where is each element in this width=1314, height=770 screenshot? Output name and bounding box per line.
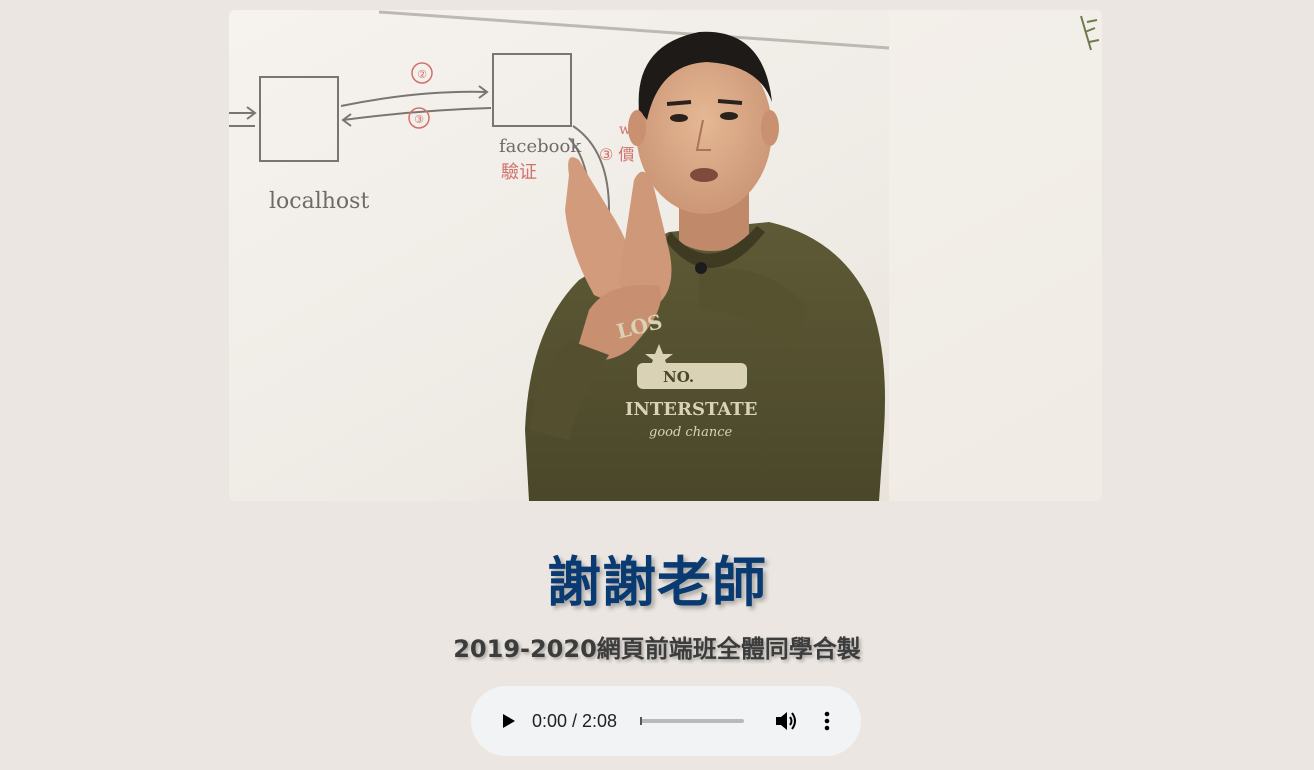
video-scene: ② ③ localhost facebook 驗证 ③ 價 w LOS NO. … xyxy=(229,10,1102,501)
whiteboard-label-localhost: localhost xyxy=(269,189,369,214)
progress-slider[interactable] xyxy=(640,717,744,725)
more-vertical-icon[interactable] xyxy=(814,708,840,734)
whiteboard-step-2: ③ xyxy=(414,113,424,126)
play-icon[interactable] xyxy=(495,708,521,734)
volume-icon[interactable] xyxy=(773,708,799,734)
whiteboard-side-note: ③ 價 xyxy=(599,145,634,164)
video-still[interactable]: ② ③ localhost facebook 驗证 ③ 價 w LOS NO. … xyxy=(229,10,1102,501)
whiteboard-step-1: ② xyxy=(417,68,427,81)
page: ② ③ localhost facebook 驗证 ③ 價 w LOS NO. … xyxy=(0,0,1314,770)
page-subtitle: 2019-2020網頁前端班全體同學合製 xyxy=(453,635,861,663)
whiteboard-label-facebook: facebook xyxy=(499,136,582,157)
sweatshirt-print-2: NO. xyxy=(663,368,694,386)
audio-player[interactable]: 0:00 / 2:08 xyxy=(471,686,861,756)
sweatshirt-print-3: INTERSTATE xyxy=(625,399,757,420)
page-title: 謝謝老師 xyxy=(547,551,767,614)
sweatshirt-print-4: good chance xyxy=(649,425,732,440)
whiteboard-label-verify: 驗证 xyxy=(501,162,537,183)
time-display: 0:00 / 2:08 xyxy=(532,711,618,731)
progress-thumb[interactable] xyxy=(640,717,642,725)
